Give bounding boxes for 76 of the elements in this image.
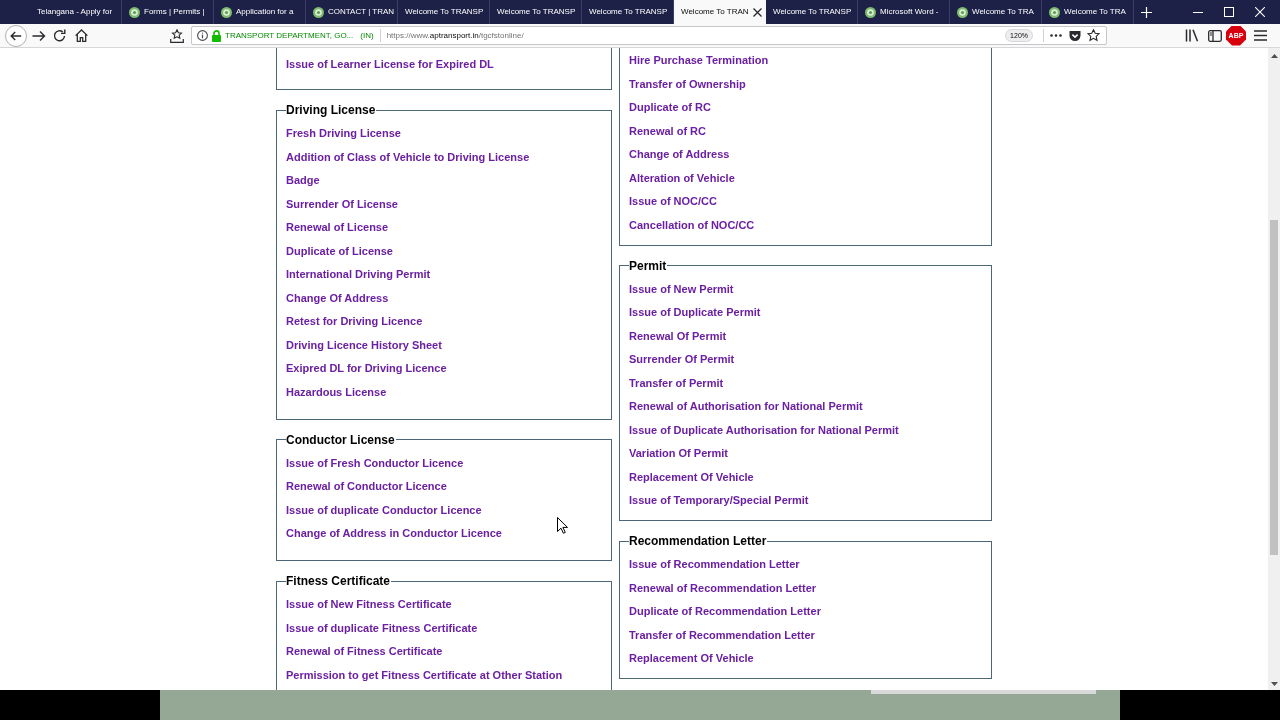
country-code-label: (IN) <box>360 30 374 41</box>
service-link[interactable]: Cancellation of NOC/CC <box>629 218 755 232</box>
service-link[interactable]: Duplicate of License <box>286 244 393 258</box>
service-link[interactable]: Issue of Recommendation Letter <box>629 558 800 571</box>
info-icon[interactable] <box>197 30 208 41</box>
service-link[interactable]: Issue of Learner License for Expired DL <box>286 58 494 71</box>
mouse-pointer-icon <box>557 517 568 534</box>
scroll-up-arrow-icon[interactable] <box>1270 54 1278 58</box>
scroll-down-arrow-icon[interactable] <box>1270 682 1278 686</box>
service-link[interactable]: Issue of New Fitness Certificate <box>286 598 452 611</box>
service-link[interactable]: Renewal of RC <box>629 124 706 138</box>
minimize-icon[interactable] <box>1192 11 1203 13</box>
service-link[interactable]: Renewal of Authorisation for National Permit <box>629 400 863 413</box>
browser-tab[interactable]: Welcome To TRAN <box>674 0 766 24</box>
service-link[interactable]: Driving Licence History Sheet <box>286 338 442 352</box>
service-link[interactable]: Renewal of Conductor Licence <box>286 480 447 493</box>
sidebar-icon[interactable] <box>1208 29 1222 42</box>
service-link[interactable]: Badge <box>286 174 320 187</box>
maximize-icon[interactable] <box>1223 7 1234 17</box>
star-icon[interactable] <box>1087 29 1100 42</box>
reload-icon[interactable] <box>53 29 66 42</box>
service-link[interactable]: Replacement Of Vehicle <box>629 470 754 484</box>
service-link[interactable]: Renewal of License <box>286 221 389 234</box>
back-button[interactable] <box>5 24 27 47</box>
library-icon[interactable] <box>1185 29 1199 42</box>
new-tab-plus-icon[interactable] <box>1140 6 1152 18</box>
menu-icon[interactable] <box>1254 30 1267 41</box>
close-tab-icon[interactable] <box>752 7 762 17</box>
service-link[interactable]: Duplicate of Recommendation Letter <box>629 605 821 618</box>
forward-arrow-icon[interactable] <box>32 29 46 42</box>
service-link[interactable]: Issue of duplicate Conductor Licence <box>286 503 482 517</box>
site-identity-label[interactable]: TRANSPORT DEPARTMENT, GO... <box>225 30 354 41</box>
service-link[interactable]: Hire Purchase Termination <box>629 54 769 67</box>
service-link[interactable]: Issue of New Permit <box>629 282 734 296</box>
service-link[interactable]: Permission to get Fitness Certificate at Other Station <box>286 668 563 682</box>
star-tray-icon[interactable] <box>170 28 184 43</box>
service-link[interactable]: Renewal Of Permit <box>629 329 727 343</box>
service-link[interactable]: Fresh Driving License <box>286 127 401 140</box>
service-link[interactable]: Issue of Duplicate Permit <box>629 306 761 319</box>
service-link[interactable]: Issue of Fresh Conductor Licence <box>286 456 464 470</box>
section-title: Permit <box>629 258 668 273</box>
service-link[interactable]: Alteration of Vehicle <box>629 171 735 185</box>
close-icon[interactable] <box>1254 7 1265 17</box>
service-link[interactable]: Renewal of Fitness Certificate <box>286 645 443 658</box>
service-link[interactable]: Retest for Driving Licence <box>286 315 423 328</box>
service-link[interactable]: Surrender Of License <box>286 197 398 211</box>
more-dots-icon[interactable] <box>1050 34 1062 37</box>
service-link[interactable]: Issue of NOC/CC <box>629 195 717 208</box>
service-link[interactable]: Transfer of Permit <box>629 376 724 390</box>
pocket-shield-icon[interactable] <box>1069 29 1081 42</box>
service-link[interactable]: Variation Of Permit <box>629 447 729 460</box>
service-link[interactable]: Addition of Class of Vehicle to Driving License <box>286 150 530 164</box>
section-title: Conductor License <box>286 432 396 447</box>
home-icon[interactable] <box>75 29 88 42</box>
horizontal-scrollbar-thumb[interactable] <box>871 690 1096 694</box>
service-link[interactable]: Transfer of Ownership <box>629 77 746 91</box>
service-link[interactable]: Change of Address in Conductor Licence <box>286 527 502 540</box>
service-link[interactable]: Issue of Temporary/Special Permit <box>629 494 809 507</box>
service-link[interactable]: International Driving Permit <box>286 268 431 281</box>
service-link[interactable]: Hazardous License <box>286 385 387 399</box>
service-link[interactable]: Change Of Address <box>286 291 389 305</box>
section-title: Recommendation Letter <box>629 534 768 548</box>
service-link[interactable]: Duplicate of RC <box>629 101 711 114</box>
service-link[interactable]: Surrender Of Permit <box>629 353 735 366</box>
service-link[interactable]: Issue of duplicate Fitness Certificate <box>286 621 478 635</box>
service-link[interactable]: Replacement Of Vehicle <box>629 652 754 665</box>
service-link[interactable]: Transfer of Recommendation Letter <box>629 628 815 642</box>
service-link[interactable]: Issue of Duplicate Authorisation for National Permit <box>629 423 899 437</box>
service-link[interactable]: Renewal of Recommendation Letter <box>629 581 817 595</box>
scrollbar-thumb[interactable] <box>1270 220 1278 555</box>
url-text[interactable]: https://www.aptransport.in/tgcfstonline/ <box>386 30 524 41</box>
service-link[interactable]: Change of Address <box>629 148 730 161</box>
section-title: Driving License <box>286 103 377 117</box>
vertical-scrollbar[interactable] <box>1268 48 1280 690</box>
service-link[interactable]: Exipred DL for Driving Licence <box>286 362 447 375</box>
section-title: Fitness Certificate <box>286 574 392 588</box>
